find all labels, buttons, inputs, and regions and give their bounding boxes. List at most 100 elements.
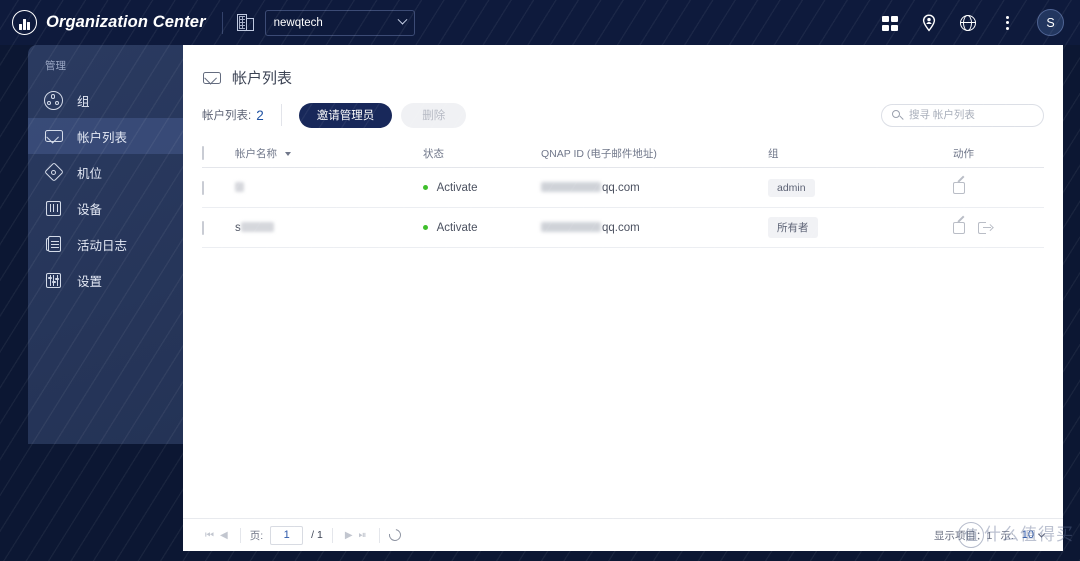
- per-page-value: 10: [1021, 529, 1034, 541]
- search-icon: [892, 109, 904, 121]
- table-header-row: 帐户名称 状态 QNAP ID (电子邮件地址) 组 动作: [202, 139, 1044, 168]
- edit-icon[interactable]: [953, 215, 967, 235]
- seat-icon: [43, 162, 64, 182]
- showing-items-label: 显示项目：1: [933, 529, 993, 542]
- sidebar-item-label: 机位: [77, 166, 103, 181]
- sidebar-item-label: 组: [77, 94, 90, 109]
- refresh-icon[interactable]: [386, 526, 403, 544]
- column-header-qnapid[interactable]: QNAP ID (电子邮件地址): [541, 146, 768, 161]
- account-count-label: 帐户列表:: [202, 110, 252, 122]
- row-select-cell: [202, 220, 235, 235]
- row-select-cell: [202, 180, 235, 195]
- edit-icon[interactable]: [953, 175, 967, 195]
- chevron-down-icon: [1037, 530, 1046, 538]
- group-badge: admin: [768, 178, 815, 197]
- cell-state: Activate: [423, 222, 541, 234]
- column-header-name[interactable]: 帐户名称: [235, 146, 423, 161]
- cell-account-name: [235, 182, 423, 194]
- exit-icon[interactable]: [978, 221, 993, 235]
- organization-select-value: newqtech: [273, 16, 323, 29]
- topbar-actions: S: [881, 9, 1064, 36]
- sidebar-item-seats[interactable]: 机位: [28, 154, 183, 190]
- sidebar-item-groups[interactable]: 组: [28, 82, 183, 118]
- search-input[interactable]: [909, 109, 1029, 121]
- building-icon: [236, 14, 254, 31]
- sidebar-item-label: 活动日志: [77, 238, 128, 253]
- account-count-value: 2: [256, 107, 264, 123]
- table-header: 帐户名称 状态 QNAP ID (电子邮件地址) 组 动作: [202, 139, 1044, 168]
- per-page-label: 示:: [1000, 529, 1014, 542]
- chevron-down-icon: [397, 14, 408, 25]
- page-first-icon[interactable]: ⏮: [202, 530, 217, 541]
- table-row[interactable]: s Activate qq.com 所有者: [202, 208, 1044, 248]
- avatar[interactable]: S: [1037, 9, 1064, 36]
- account-name-visible: s: [235, 221, 241, 234]
- cell-group: 所有者: [768, 217, 953, 238]
- toolbar-divider: [280, 104, 282, 126]
- page-last-icon[interactable]: ⏯: [356, 530, 370, 541]
- delete-button[interactable]: 删除: [401, 102, 467, 128]
- column-header-label: 帐户名称: [235, 147, 277, 160]
- status-dot-icon: [423, 224, 428, 230]
- footer-divider: [378, 527, 380, 543]
- location-person-icon[interactable]: [920, 13, 938, 32]
- settings-sliders-icon: [44, 271, 63, 290]
- mail-icon: [202, 68, 221, 87]
- status-text: Activate: [436, 181, 478, 194]
- row-checkbox[interactable]: [202, 220, 204, 235]
- org-logo-icon: [12, 10, 37, 35]
- page-next-icon[interactable]: ▶: [342, 530, 356, 541]
- invite-admin-button[interactable]: 邀请管理员: [298, 102, 393, 128]
- footer-right: 显示项目：1 示: 10: [933, 528, 1046, 543]
- cell-qnap-id: qq.com: [541, 222, 768, 234]
- sidebar-item-label: 帐户列表: [77, 130, 128, 145]
- column-header-state[interactable]: 状态: [423, 146, 541, 161]
- pagination-footer: ⏮ ◀ 页: / 1 ▶ ⏯ 显示项目：1 示: 10: [183, 518, 1063, 551]
- group-icon: [44, 90, 63, 110]
- mail-icon: [44, 127, 63, 146]
- table-row[interactable]: Activate qq.com admin: [202, 168, 1044, 208]
- sidebar-item-activity-log[interactable]: 活动日志: [28, 226, 183, 262]
- sidebar-item-label: 设置: [77, 274, 103, 289]
- device-icon: [44, 199, 63, 218]
- top-bar: Organization Center newqtech S: [0, 0, 1080, 45]
- table-body: Activate qq.com admin s Activate qq.com …: [202, 168, 1044, 248]
- sidebar-item-label: 设备: [77, 202, 103, 217]
- status-dot-icon: [423, 184, 428, 190]
- activity-log-icon: [44, 235, 63, 254]
- app-logo[interactable]: Organization Center: [12, 10, 206, 35]
- app-title: Organization Center: [46, 13, 206, 31]
- page-prev-icon[interactable]: ◀: [217, 530, 231, 541]
- main-panel: 帐户列表 帐户列表: 2 邀请管理员 删除 帐户名称 状态: [183, 45, 1063, 551]
- more-vertical-icon[interactable]: [998, 14, 1016, 32]
- globe-icon[interactable]: [959, 14, 977, 32]
- cell-actions: [953, 215, 1044, 235]
- page-label: 页:: [249, 529, 264, 542]
- email-visible-part: qq.com: [602, 181, 640, 194]
- cell-group: admin: [768, 178, 953, 197]
- group-badge: 所有者: [768, 217, 818, 238]
- sidebar-item-account-list[interactable]: 帐户列表: [28, 118, 183, 154]
- status-text: Activate: [436, 221, 478, 234]
- page-input[interactable]: [270, 525, 304, 545]
- column-header-group[interactable]: 组: [768, 146, 953, 161]
- cell-actions: [953, 175, 1044, 195]
- organization-select[interactable]: newqtech: [264, 9, 415, 36]
- topbar-divider: [221, 11, 223, 34]
- sidebar-section-title: 管理: [45, 60, 66, 72]
- cell-state: Activate: [423, 182, 541, 194]
- sidebar: 管理 组 帐户列表 机位 设备 活动日志 设置: [28, 45, 183, 444]
- cell-account-name: s: [235, 222, 423, 234]
- sidebar-item-devices[interactable]: 设备: [28, 190, 183, 226]
- apps-grid-icon[interactable]: [881, 14, 899, 32]
- column-header-action: 动作: [953, 147, 974, 160]
- select-all-checkbox[interactable]: [202, 146, 204, 160]
- sort-desc-icon: [284, 151, 291, 156]
- toolbar: 帐户列表: 2 邀请管理员 删除: [183, 91, 1063, 139]
- row-checkbox[interactable]: [202, 180, 204, 195]
- per-page-select[interactable]: 10: [1021, 529, 1046, 541]
- sidebar-item-settings[interactable]: 设置: [28, 262, 183, 298]
- search-box[interactable]: [881, 103, 1044, 127]
- redacted-name: [240, 222, 274, 233]
- footer-divider: [239, 527, 241, 543]
